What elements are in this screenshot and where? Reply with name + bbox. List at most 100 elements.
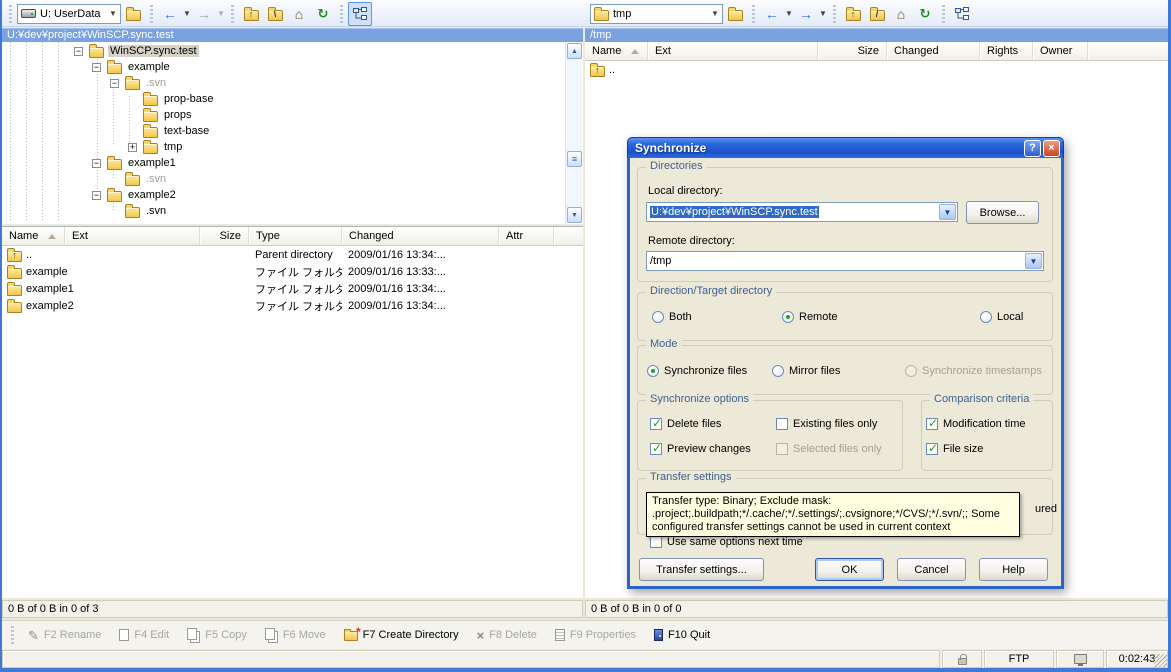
column-header-changed[interactable]: Changed <box>887 42 980 60</box>
open-directory-button[interactable] <box>723 2 747 26</box>
local-drive-combobox[interactable]: U: UserData ▼ <box>17 4 121 24</box>
file-row[interactable]: example2ファイル フォルダ2009/01/16 13:34:... <box>2 297 583 314</box>
open-directory-button[interactable] <box>121 2 145 26</box>
root-directory-button[interactable]: \ <box>263 2 287 26</box>
dialog-title-bar[interactable]: Synchronize ? × <box>627 137 1064 158</box>
checkbox-checked-icon[interactable] <box>650 418 662 430</box>
column-header-size[interactable]: Size <box>200 227 249 245</box>
back-history-chevron-icon[interactable]: ▼ <box>182 9 192 18</box>
file-row[interactable]: ↑..Parent directory2009/01/16 13:34:... <box>2 246 583 263</box>
chevron-down-icon[interactable]: ▼ <box>939 204 956 220</box>
toolbar-grip[interactable] <box>231 5 234 23</box>
checkbox-icon[interactable] <box>650 536 662 548</box>
dialog-close-button[interactable]: × <box>1043 140 1060 157</box>
refresh-button[interactable]: ↻ <box>913 2 937 26</box>
column-header-rights[interactable]: Rights <box>980 42 1033 60</box>
radio-selected-icon[interactable] <box>782 311 794 323</box>
checkbox-checked-icon[interactable] <box>926 418 938 430</box>
column-header-changed[interactable]: Changed <box>342 227 499 245</box>
collapse-icon[interactable]: − <box>92 191 101 200</box>
scrollbar-thumb[interactable]: ≡ <box>567 151 582 167</box>
forward-history-chevron-icon[interactable]: ▼ <box>818 9 828 18</box>
sync-option-preview-changes[interactable]: Preview changes <box>650 443 751 455</box>
use-same-options-checkbox[interactable]: Use same options next time <box>650 536 803 548</box>
cancel-button[interactable]: Cancel <box>897 558 966 581</box>
fkey-f10-quit[interactable]: F10 Quit <box>654 629 710 641</box>
tree-view-toggle-button[interactable] <box>348 2 372 26</box>
ok-button[interactable]: OK <box>815 558 884 581</box>
column-header-attr[interactable]: Attr <box>499 227 554 245</box>
column-header-name[interactable]: Name <box>2 227 65 245</box>
collapse-icon[interactable]: − <box>110 79 119 88</box>
tree-scrollbar[interactable]: ▲ ≡ ▼ <box>565 43 582 223</box>
tree-item[interactable]: −example1 <box>92 155 178 171</box>
radio-icon[interactable] <box>772 365 784 377</box>
direction-radio-remote[interactable]: Remote <box>782 311 838 323</box>
sync-option-existing-files-only[interactable]: Existing files only <box>776 418 877 430</box>
scroll-up-arrow-icon[interactable]: ▲ <box>567 43 582 59</box>
sync-option-delete-files[interactable]: Delete files <box>650 418 721 430</box>
toolbar-grip[interactable] <box>752 5 755 23</box>
tree-item[interactable]: −WinSCP.sync.test <box>74 43 199 59</box>
radio-selected-icon[interactable] <box>647 365 659 377</box>
toolbar-grip[interactable] <box>942 5 945 23</box>
refresh-button[interactable]: ↻ <box>311 2 335 26</box>
radio-icon[interactable] <box>652 311 664 323</box>
local-address-bar[interactable]: U:¥dev¥project¥WinSCP.sync.test <box>2 28 583 42</box>
dialog-help-button[interactable]: ? <box>1024 140 1041 157</box>
parent-directory-button[interactable]: ↑ <box>841 2 865 26</box>
home-directory-button[interactable]: ⌂ <box>889 2 913 26</box>
checkbox-checked-icon[interactable] <box>650 443 662 455</box>
checkbox-checked-icon[interactable] <box>926 443 938 455</box>
home-directory-button[interactable]: ⌂ <box>287 2 311 26</box>
tree-item[interactable]: .svn <box>110 203 168 219</box>
toolbar-grip[interactable] <box>340 5 343 23</box>
toolbar-grip[interactable] <box>833 5 836 23</box>
column-header-ext[interactable]: Ext <box>648 42 818 60</box>
mode-radio-synchronize-files[interactable]: Synchronize files <box>647 365 747 377</box>
file-row[interactable]: example1ファイル フォルダ2009/01/16 13:34:... <box>2 280 583 297</box>
back-history-chevron-icon[interactable]: ▼ <box>784 9 794 18</box>
local-directory-combobox[interactable]: U:¥dev¥project¥WinSCP.sync.test ▼ <box>646 202 958 222</box>
chevron-down-icon[interactable]: ▼ <box>710 9 720 18</box>
radio-icon[interactable] <box>980 311 992 323</box>
tree-item[interactable]: .svn <box>110 171 168 187</box>
collapse-icon[interactable]: − <box>74 47 83 56</box>
toolbar-grip[interactable] <box>150 5 153 23</box>
collapse-icon[interactable]: − <box>92 63 101 72</box>
expand-icon[interactable]: + <box>128 143 137 152</box>
column-header-name[interactable]: Name <box>585 42 648 60</box>
back-button[interactable]: ← <box>760 2 784 26</box>
tree-item[interactable]: +tmp <box>128 139 184 155</box>
column-header-owner[interactable]: Owner <box>1033 42 1088 60</box>
remote-directory-combobox[interactable]: /tmp ▼ <box>646 251 1044 271</box>
checkbox-icon[interactable] <box>776 418 788 430</box>
tree-view-toggle-button[interactable] <box>950 2 974 26</box>
tree-item[interactable]: −example <box>92 59 172 75</box>
parent-directory-button[interactable]: ↑ <box>239 2 263 26</box>
resize-grip[interactable] <box>1154 654 1167 667</box>
comparison-option-file-size[interactable]: File size <box>926 443 983 455</box>
forward-button-disabled[interactable]: → <box>192 2 216 26</box>
direction-radio-both[interactable]: Both <box>652 311 692 323</box>
scroll-down-arrow-icon[interactable]: ▼ <box>567 207 582 223</box>
fkey-f7-create-directory[interactable]: *F7 Create Directory <box>344 629 459 641</box>
remote-path-combobox[interactable]: tmp ▼ <box>590 4 723 24</box>
tree-item[interactable]: prop-base <box>128 91 216 107</box>
remote-address-bar[interactable]: /tmp <box>585 28 1168 42</box>
tree-item[interactable]: −.svn <box>110 75 168 91</box>
back-button[interactable]: ← <box>158 2 182 26</box>
toolbar-grip[interactable] <box>9 5 12 23</box>
comparison-option-modification-time[interactable]: Modification time <box>926 418 1026 430</box>
column-header-type[interactable]: Type <box>249 227 342 245</box>
column-header-size[interactable]: Size <box>818 42 887 60</box>
direction-radio-local[interactable]: Local <box>980 311 1023 323</box>
collapse-icon[interactable]: − <box>92 159 101 168</box>
toolbar-grip[interactable] <box>11 626 14 644</box>
file-row[interactable]: exampleファイル フォルダ2009/01/16 13:33:... <box>2 263 583 280</box>
help-button[interactable]: Help <box>979 558 1048 581</box>
root-directory-button[interactable]: / <box>865 2 889 26</box>
mode-radio-mirror-files[interactable]: Mirror files <box>772 365 840 377</box>
tree-item[interactable]: −example2 <box>92 187 178 203</box>
chevron-down-icon[interactable]: ▼ <box>108 9 118 18</box>
